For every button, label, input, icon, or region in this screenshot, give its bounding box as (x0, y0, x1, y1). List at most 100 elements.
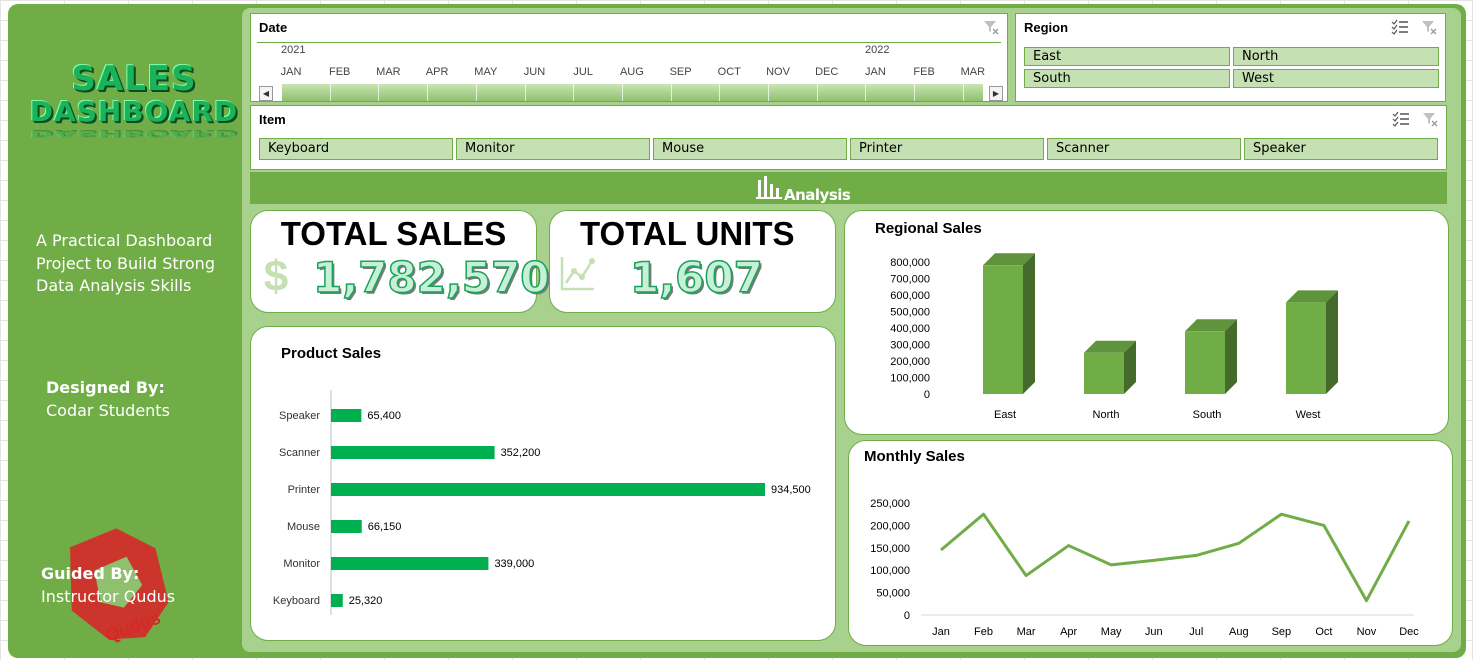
data-label: 66,150 (368, 521, 402, 533)
total-units-title: TOTAL UNITS (580, 215, 795, 252)
column-side (1225, 319, 1237, 394)
total-sales-card: TOTAL SALES $ 1,782,570 (250, 210, 550, 313)
column-bar (1286, 302, 1326, 394)
slicer-divider (257, 42, 1001, 43)
column-bar (1185, 331, 1225, 394)
x-tick-label: May (1101, 626, 1122, 638)
x-tick-label: Feb (974, 626, 993, 638)
region-chip-east[interactable]: East (1024, 47, 1230, 66)
y-tick-label: 100,000 (890, 373, 930, 385)
clear-filter-icon[interactable] (983, 19, 999, 35)
monthly-sales-card: Monthly Sales 0 50,000 100,000 150,000 200,0… (848, 440, 1453, 646)
scroll-right-icon[interactable]: ▶ (989, 86, 1003, 101)
y-tick-label: 500,000 (890, 307, 930, 319)
month-label[interactable]: AUG (608, 66, 656, 78)
multi-select-icon[interactable] (1391, 19, 1409, 35)
month-label[interactable]: NOV (754, 66, 802, 78)
region-chip-south[interactable]: South (1024, 69, 1230, 88)
clear-filter-icon[interactable] (1422, 111, 1438, 127)
y-tick-label: 200,000 (890, 356, 930, 368)
data-label: 934,500 (771, 484, 811, 496)
region-slicer[interactable]: Region East North South West (1015, 13, 1446, 102)
date-slicer-title: Date (259, 20, 288, 35)
column-bar (983, 265, 1023, 394)
timeline-tick (329, 84, 331, 101)
line-chart-icon (560, 257, 595, 291)
y-tick-label: 0 (904, 610, 910, 622)
multi-select-icon[interactable] (1392, 111, 1410, 127)
timeline-tick (816, 84, 818, 101)
y-tick-label: 150,000 (870, 543, 910, 555)
y-tick-label: 50,000 (876, 588, 910, 600)
month-label[interactable]: JAN (267, 66, 315, 78)
clear-filter-icon[interactable] (1421, 19, 1437, 35)
region-slicer-title: Region (1024, 20, 1069, 35)
logo-line-1: SALES (71, 59, 197, 99)
total-units-value: 1,607 (629, 252, 763, 303)
year-label: 2022 (865, 44, 890, 56)
product-sales-chart: Keyboard 25,320 Monitor 339,000 Mouse 66,150 P… (273, 390, 811, 615)
item-chip-keyboard[interactable]: Keyboard (259, 138, 453, 160)
month-label[interactable]: JUN (511, 66, 559, 78)
column-bar (1084, 352, 1124, 394)
month-label[interactable]: SEP (657, 66, 705, 78)
item-chip-monitor[interactable]: Monitor (456, 138, 650, 160)
year-label: 2021 (281, 44, 306, 56)
month-label[interactable]: MAR (364, 66, 412, 78)
x-tick-label: West (1296, 409, 1321, 421)
scroll-left-icon[interactable]: ◀ (259, 86, 273, 101)
timeline-tick (573, 84, 575, 101)
x-tick-label: Sep (1272, 626, 1292, 638)
data-label: 25,320 (349, 595, 383, 607)
svg-text:$: $ (264, 252, 288, 297)
series-line (940, 512, 1411, 603)
x-tick-label: Jan (932, 626, 950, 638)
logo-line-2: DASHBOARD (29, 95, 239, 128)
item-chip-mouse[interactable]: Mouse (653, 138, 847, 160)
guided-by-value: Instructor Qudus (41, 587, 176, 606)
product-bar (331, 446, 495, 459)
item-chip-scanner[interactable]: Scanner (1047, 138, 1241, 160)
month-label[interactable]: MAY (462, 66, 510, 78)
month-label[interactable]: OCT (705, 66, 753, 78)
product-sales-card: Product Sales Keyboard 25,320 Monitor 339,0… (250, 326, 836, 641)
timeline-tick (865, 84, 867, 101)
month-label[interactable]: FEB (900, 66, 948, 78)
date-slicer[interactable]: Date 2021 2022 JAN FEB MAR APR MAY JUN JUL AUG S… (250, 13, 1008, 102)
total-sales-title: TOTAL SALES (280, 215, 507, 252)
timeline-bar[interactable] (281, 84, 983, 101)
total-units-card: TOTAL UNITS 1,607 (549, 210, 836, 313)
x-tick-label: Dec (1399, 626, 1419, 638)
month-label[interactable]: MAR (949, 66, 997, 78)
guided-by-label: Guided By: (41, 564, 140, 583)
y-tick-label: 300,000 (890, 340, 930, 352)
category-label: Speaker (279, 410, 320, 422)
month-label[interactable]: APR (413, 66, 461, 78)
monthly-sales-chart: 0 50,000 100,000 150,000 200,000 250,000 Jan Fe… (870, 498, 1419, 638)
month-label[interactable]: FEB (316, 66, 364, 78)
x-tick-label: Aug (1229, 626, 1249, 638)
product-bar (331, 409, 362, 422)
category-label: Scanner (279, 447, 320, 459)
item-chip-speaker[interactable]: Speaker (1244, 138, 1438, 160)
designed-by-value: Codar Students (46, 401, 170, 420)
timeline-tick (621, 84, 623, 101)
bar-chart-icon (756, 176, 782, 199)
month-label[interactable]: JAN (851, 66, 899, 78)
item-chip-printer[interactable]: Printer (850, 138, 1044, 160)
item-slicer[interactable]: Item Keyboard Monitor Mouse Printer Scan… (250, 105, 1447, 170)
month-label[interactable]: DEC (803, 66, 851, 78)
total-sales-value: 1,782,570 (312, 252, 550, 303)
data-label: 339,000 (494, 558, 534, 570)
data-label: 65,400 (367, 410, 401, 422)
region-chip-west[interactable]: West (1233, 69, 1439, 88)
y-tick-label: 0 (924, 389, 930, 401)
product-bar (331, 483, 765, 496)
month-label[interactable]: JUL (559, 66, 607, 78)
designed-by: Designed By: Codar Students (46, 376, 170, 422)
column-side (1326, 290, 1338, 394)
category-label: Printer (288, 484, 321, 496)
region-chip-north[interactable]: North (1233, 47, 1439, 66)
item-slicer-title: Item (259, 112, 286, 127)
product-bar (331, 557, 489, 570)
